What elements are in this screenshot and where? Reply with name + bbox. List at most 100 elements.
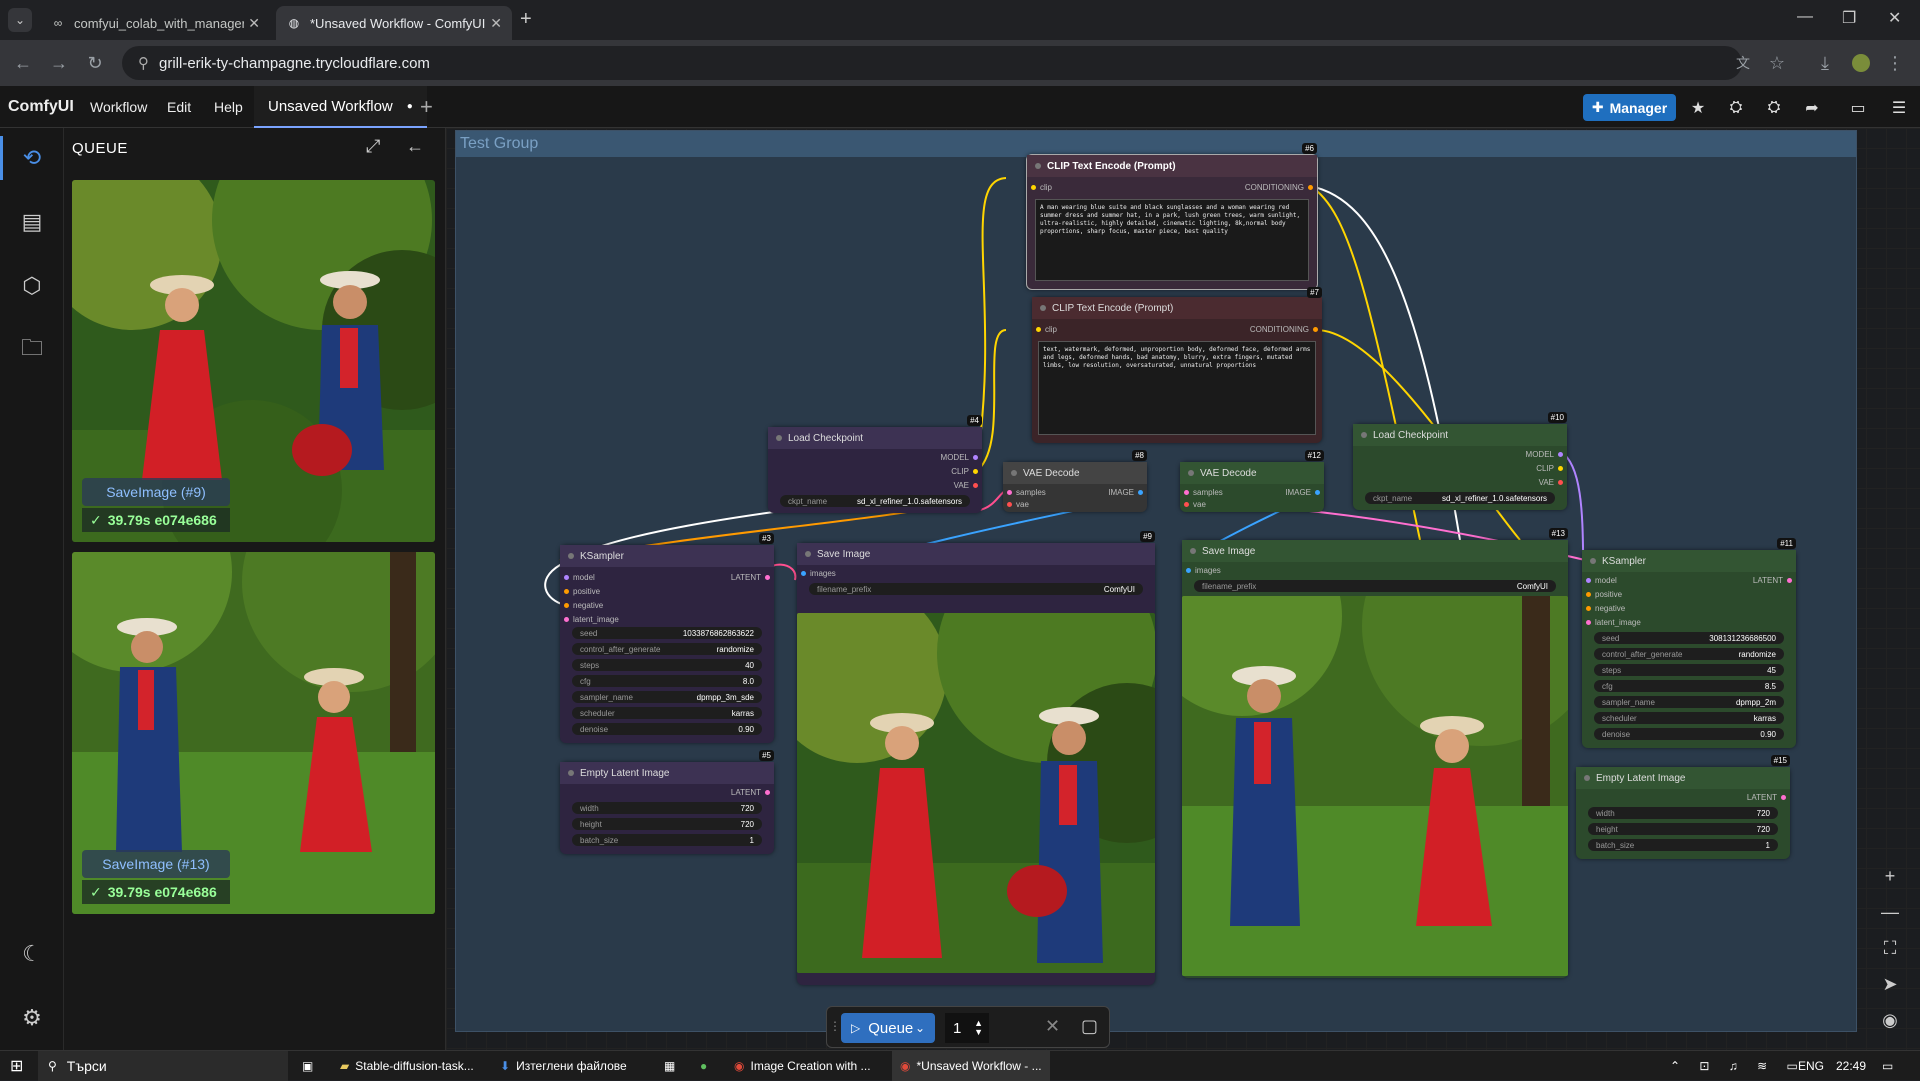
node-vae-decode-1[interactable]: VAE Decode #8 samples vae IMAGE [1003,450,1147,512]
node-empty-latent-1[interactable]: Empty Latent Image #5 LATENT width 720 he… [560,750,774,854]
steps-widget[interactable]: steps 40 [572,659,762,671]
taskbar-green-app-icon[interactable]: ● [700,1051,707,1081]
output-slot-conditioning[interactable]: CONDITIONING [1245,183,1317,192]
ckpt-name-widget[interactable]: ckpt_name sd_xl_refiner_1.0.safetensors [780,495,970,507]
queue-button[interactable]: ▷ Queue ⌄ [841,1013,935,1043]
node-title[interactable]: KSampler [560,545,774,567]
notification-icon[interactable]: ▭ [1882,1051,1893,1081]
input-slot-latent-image[interactable]: latent_image [560,615,619,624]
output-slot-image[interactable]: IMAGE [1108,488,1147,497]
sampler-name-widget[interactable]: sampler_name dpmpp_2m [1594,696,1784,708]
stop-square-icon[interactable]: ▢ [1081,1016,1098,1037]
seed-widget[interactable]: seed 1033876862863622 [572,627,762,639]
chevron-down-icon[interactable]: ⌄ [915,1021,925,1035]
sampler-name-widget[interactable]: sampler_name dpmpp_3m_sde [572,691,762,703]
output-slot-vae[interactable]: VAE [954,481,982,490]
node-ksampler-2[interactable]: KSampler #11 model positive negative lat… [1582,538,1796,748]
batch-size-widget[interactable]: batch_size 1 [572,834,762,846]
input-slot-clip[interactable]: clip [1027,183,1052,192]
denoise-widget[interactable]: denoise 0.90 [1594,728,1784,740]
node-clip-text-encode-positive[interactable]: CLIP Text Encode (Prompt) #6 clip CONDIT… [1026,143,1318,290]
taskbar-search[interactable]: ⚲ Търси [38,1051,288,1081]
node-title[interactable]: CLIP Text Encode (Prompt) [1032,297,1322,319]
width-widget[interactable]: width 720 [572,802,762,814]
filename-prefix-widget[interactable]: filename_prefix ComfyUI [1194,580,1556,592]
output-slot-clip[interactable]: CLIP [1536,464,1567,473]
input-slot-model[interactable]: model [1582,576,1617,585]
zoom-out-icon[interactable]: — [1872,894,1908,930]
windows-start-icon[interactable]: ⊞ [10,1051,23,1081]
negative-prompt-textarea[interactable]: text, watermark, deformed, unproportion … [1038,341,1316,435]
output-slot-model[interactable]: MODEL [1526,450,1567,459]
seed-widget[interactable]: seed 308131236686500 [1594,632,1784,644]
clock[interactable]: 22:49 [1836,1051,1866,1081]
select-mode-icon[interactable]: ➤ [1872,966,1908,1002]
node-title[interactable]: Load Checkpoint [1353,424,1567,446]
node-title[interactable]: VAE Decode [1003,462,1147,484]
batch-count-input[interactable]: 1 ▲ ▼ [945,1013,989,1043]
node-title[interactable]: VAE Decode [1180,462,1324,484]
node-load-checkpoint-1[interactable]: Load Checkpoint #4 MODEL CLIP VAE ckpt_n… [768,415,982,513]
input-slot-images[interactable]: images [797,569,836,578]
output-slot-conditioning[interactable]: CONDITIONING [1250,325,1322,334]
output-slot-latent[interactable]: LATENT [1753,576,1796,585]
drag-handle-icon[interactable]: ⋮ [829,1019,841,1033]
output-image-preview[interactable] [797,613,1155,973]
cfg-widget[interactable]: cfg 8.5 [1594,680,1784,692]
steps-widget[interactable]: steps 45 [1594,664,1784,676]
scheduler-widget[interactable]: scheduler karras [1594,712,1784,724]
input-slot-positive[interactable]: positive [560,587,600,596]
output-slot-latent[interactable]: LATENT [1747,793,1790,802]
node-title[interactable]: Load Checkpoint [768,427,982,449]
input-slot-negative[interactable]: negative [1582,604,1625,613]
input-slot-negative[interactable]: negative [560,601,603,610]
node-save-image-2[interactable]: Save Image #13 images filename_prefix Com… [1182,528,1568,978]
filename-prefix-widget[interactable]: filename_prefix ComfyUI [809,583,1143,595]
width-widget[interactable]: width 720 [1588,807,1778,819]
ckpt-name-widget[interactable]: ckpt_name sd_xl_refiner_1.0.safetensors [1365,492,1555,504]
node-title[interactable]: Save Image [1182,540,1568,562]
node-ksampler-1[interactable]: KSampler #3 model positive negative late… [560,533,774,743]
control-after-generate-widget[interactable]: control_after_generate randomize [572,643,762,655]
input-slot-vae[interactable]: vae [1180,500,1206,509]
scheduler-widget[interactable]: scheduler karras [572,707,762,719]
cancel-x-icon[interactable]: ✕ [1045,1016,1060,1037]
input-slot-model[interactable]: model [560,573,595,582]
fit-view-icon[interactable]: ⛶ [1872,930,1908,966]
output-image-preview[interactable] [1182,596,1568,976]
denoise-widget[interactable]: denoise 0.90 [572,723,762,735]
node-title[interactable]: Save Image [797,543,1155,565]
output-slot-vae[interactable]: VAE [1539,478,1567,487]
toggle-visibility-icon[interactable]: ◉ [1872,1002,1908,1038]
output-slot-latent[interactable]: LATENT [731,573,774,582]
taskbar-app-image-creation[interactable]: ◉ Image Creation with ... [734,1051,871,1081]
taskbar-app-comfyui[interactable]: ◉ *Unsaved Workflow - ... [892,1051,1050,1081]
taskbar-app-downloads[interactable]: ⬇ Изтеглени файлове [500,1051,627,1081]
input-slot-positive[interactable]: positive [1582,590,1622,599]
node-title[interactable]: Empty Latent Image [1576,767,1790,789]
node-title[interactable]: CLIP Text Encode (Prompt) [1027,155,1317,177]
node-empty-latent-2[interactable]: Empty Latent Image #15 LATENT width 720 h… [1576,755,1790,859]
output-slot-latent[interactable]: LATENT [731,788,774,797]
node-clip-text-encode-negative[interactable]: CLIP Text Encode (Prompt) #7 clip CONDIT… [1032,287,1322,443]
tray-icons[interactable]: ⌃ ⊡ ♫ ≋ ▭ [1670,1051,1806,1081]
stepper-icon[interactable]: ▲ ▼ [974,1019,983,1037]
input-slot-images[interactable]: images [1182,566,1221,575]
language-indicator[interactable]: ENG [1798,1051,1824,1081]
input-slot-vae[interactable]: vae [1003,500,1029,509]
node-save-image-1[interactable]: Save Image #9 images filename_prefix Comf… [797,531,1155,985]
control-after-generate-widget[interactable]: control_after_generate randomize [1594,648,1784,660]
output-slot-image[interactable]: IMAGE [1285,488,1324,497]
cfg-widget[interactable]: cfg 8.0 [572,675,762,687]
node-title[interactable]: KSampler [1582,550,1796,572]
zoom-in-icon[interactable]: + [1872,858,1908,894]
node-title[interactable]: Empty Latent Image [560,762,774,784]
height-widget[interactable]: height 720 [572,818,762,830]
height-widget[interactable]: height 720 [1588,823,1778,835]
prompt-textarea[interactable]: A man wearing blue suite and black sungl… [1035,199,1309,281]
node-vae-decode-2[interactable]: VAE Decode #12 samples vae IMAGE [1180,450,1324,512]
input-slot-samples[interactable]: samples [1180,488,1223,497]
output-slot-clip[interactable]: CLIP [951,467,982,476]
input-slot-clip[interactable]: clip [1032,325,1057,334]
node-load-checkpoint-2[interactable]: Load Checkpoint #10 MODEL CLIP VAE ckpt_… [1353,412,1567,510]
